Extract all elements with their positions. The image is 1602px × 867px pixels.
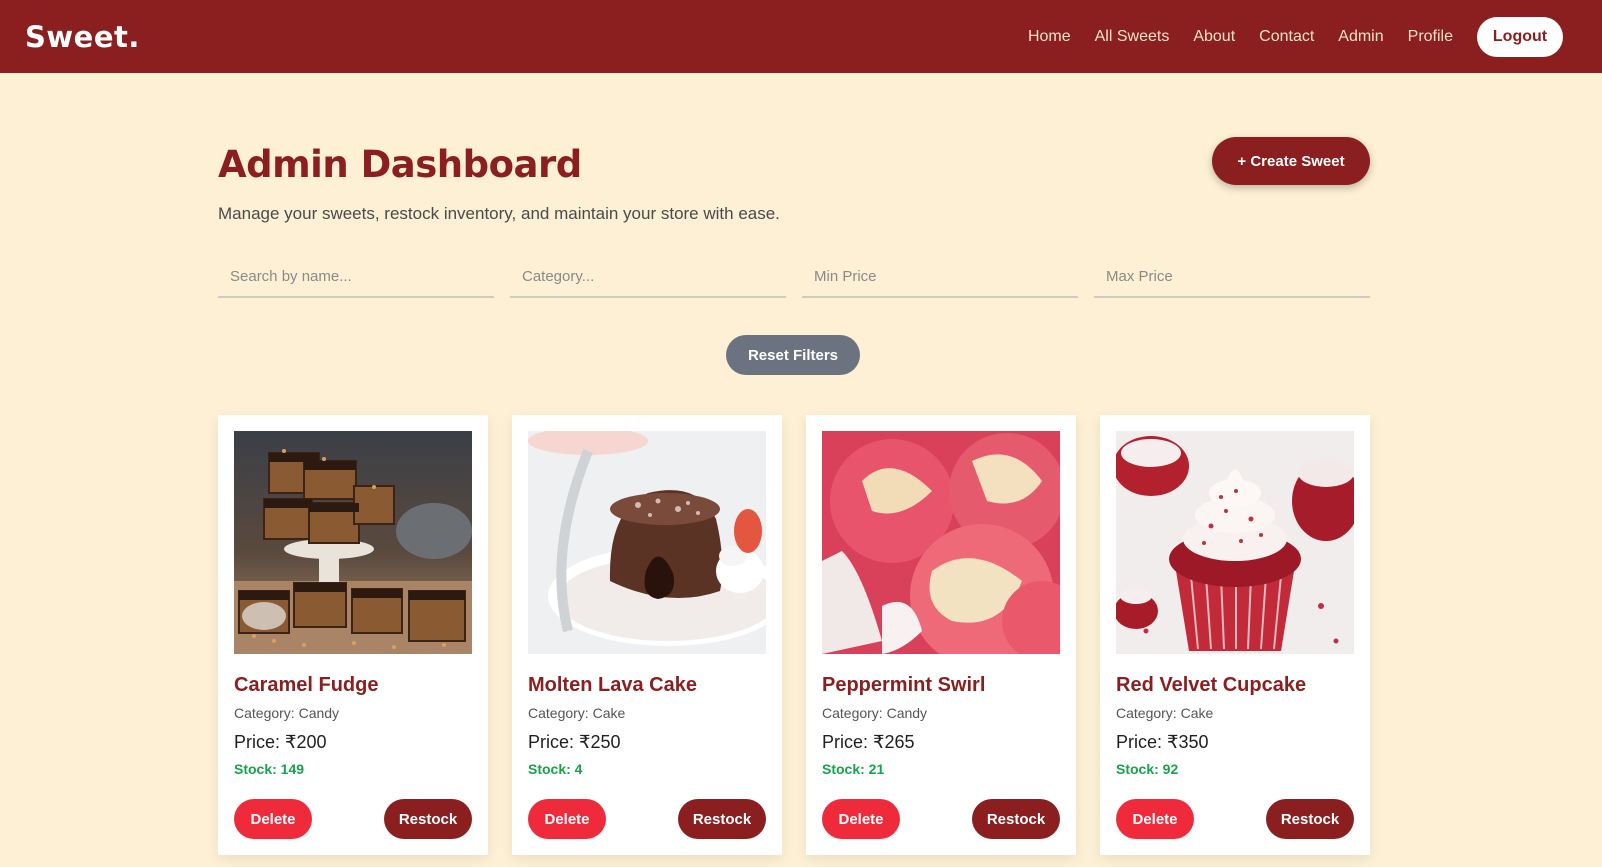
- red-velvet-cupcake-image: [1116, 431, 1354, 654]
- nav-all-sweets[interactable]: All Sweets: [1095, 28, 1170, 46]
- sweet-price: Price: ₹265: [822, 732, 915, 752]
- nav-admin[interactable]: Admin: [1338, 28, 1383, 46]
- create-sweet-button[interactable]: + Create Sweet: [1212, 137, 1370, 185]
- sweet-stock: Stock: 4: [528, 761, 583, 777]
- sweet-category: Category: Candy: [234, 705, 340, 721]
- nav-profile[interactable]: Profile: [1408, 28, 1453, 46]
- sweet-card: Red Velvet Cupcake Category: Cake Price:…: [1100, 415, 1370, 855]
- card-actions: Delete Restock: [1116, 799, 1354, 839]
- main-nav: Home All Sweets About Contact Admin Prof…: [1028, 16, 1563, 57]
- sweet-stock: Stock: 149: [234, 761, 305, 777]
- min-price-input[interactable]: [802, 256, 1078, 298]
- card-actions: Delete Restock: [528, 799, 766, 839]
- restock-button[interactable]: Restock: [678, 799, 766, 839]
- sweet-category: Category: Cake: [528, 705, 626, 721]
- filter-bar: [218, 256, 1370, 298]
- sweet-category: Category: Candy: [822, 705, 928, 721]
- card-actions: Delete Restock: [234, 799, 472, 839]
- category-input[interactable]: [510, 256, 786, 298]
- sweet-name: Peppermint Swirl: [822, 674, 986, 696]
- sweet-name: Red Velvet Cupcake: [1116, 674, 1307, 696]
- brand-logo[interactable]: Sweet.: [25, 20, 140, 54]
- delete-button[interactable]: Delete: [234, 799, 312, 839]
- sweet-name: Caramel Fudge: [234, 674, 379, 696]
- delete-button[interactable]: Delete: [822, 799, 900, 839]
- max-price-input[interactable]: [1094, 256, 1370, 298]
- peppermint-swirl-image: [822, 431, 1060, 654]
- molten-lava-cake-image: [528, 431, 766, 654]
- sweets-grid: Caramel Fudge Category: Candy Price: ₹20…: [218, 415, 1370, 855]
- restock-button[interactable]: Restock: [1266, 799, 1354, 839]
- sweet-stock: Stock: 21: [822, 761, 885, 777]
- sweet-stock: Stock: 92: [1116, 761, 1179, 777]
- search-input[interactable]: [218, 256, 494, 298]
- sweet-name: Molten Lava Cake: [528, 674, 697, 696]
- logout-button[interactable]: Logout: [1477, 16, 1563, 57]
- page-subtitle: Manage your sweets, restock inventory, a…: [218, 204, 780, 223]
- sweet-price: Price: ₹250: [528, 732, 621, 752]
- restock-button[interactable]: Restock: [384, 799, 472, 839]
- sweet-card: Peppermint Swirl Category: Candy Price: …: [806, 415, 1076, 855]
- page-title: Admin Dashboard: [218, 143, 582, 186]
- nav-about[interactable]: About: [1193, 28, 1235, 46]
- card-actions: Delete Restock: [822, 799, 1060, 839]
- nav-contact[interactable]: Contact: [1259, 28, 1314, 46]
- delete-button[interactable]: Delete: [528, 799, 606, 839]
- reset-filters-button[interactable]: Reset Filters: [726, 335, 860, 375]
- sweet-card: Molten Lava Cake Category: Cake Price: ₹…: [512, 415, 782, 855]
- sweet-price: Price: ₹200: [234, 732, 327, 752]
- restock-button[interactable]: Restock: [972, 799, 1060, 839]
- caramel-fudge-image: [234, 431, 472, 654]
- sweet-category: Category: Cake: [1116, 705, 1214, 721]
- top-navbar: Sweet. Home All Sweets About Contact Adm…: [0, 0, 1602, 73]
- sweet-price: Price: ₹350: [1116, 732, 1209, 752]
- delete-button[interactable]: Delete: [1116, 799, 1194, 839]
- nav-home[interactable]: Home: [1028, 28, 1071, 46]
- sweet-card: Caramel Fudge Category: Candy Price: ₹20…: [218, 415, 488, 855]
